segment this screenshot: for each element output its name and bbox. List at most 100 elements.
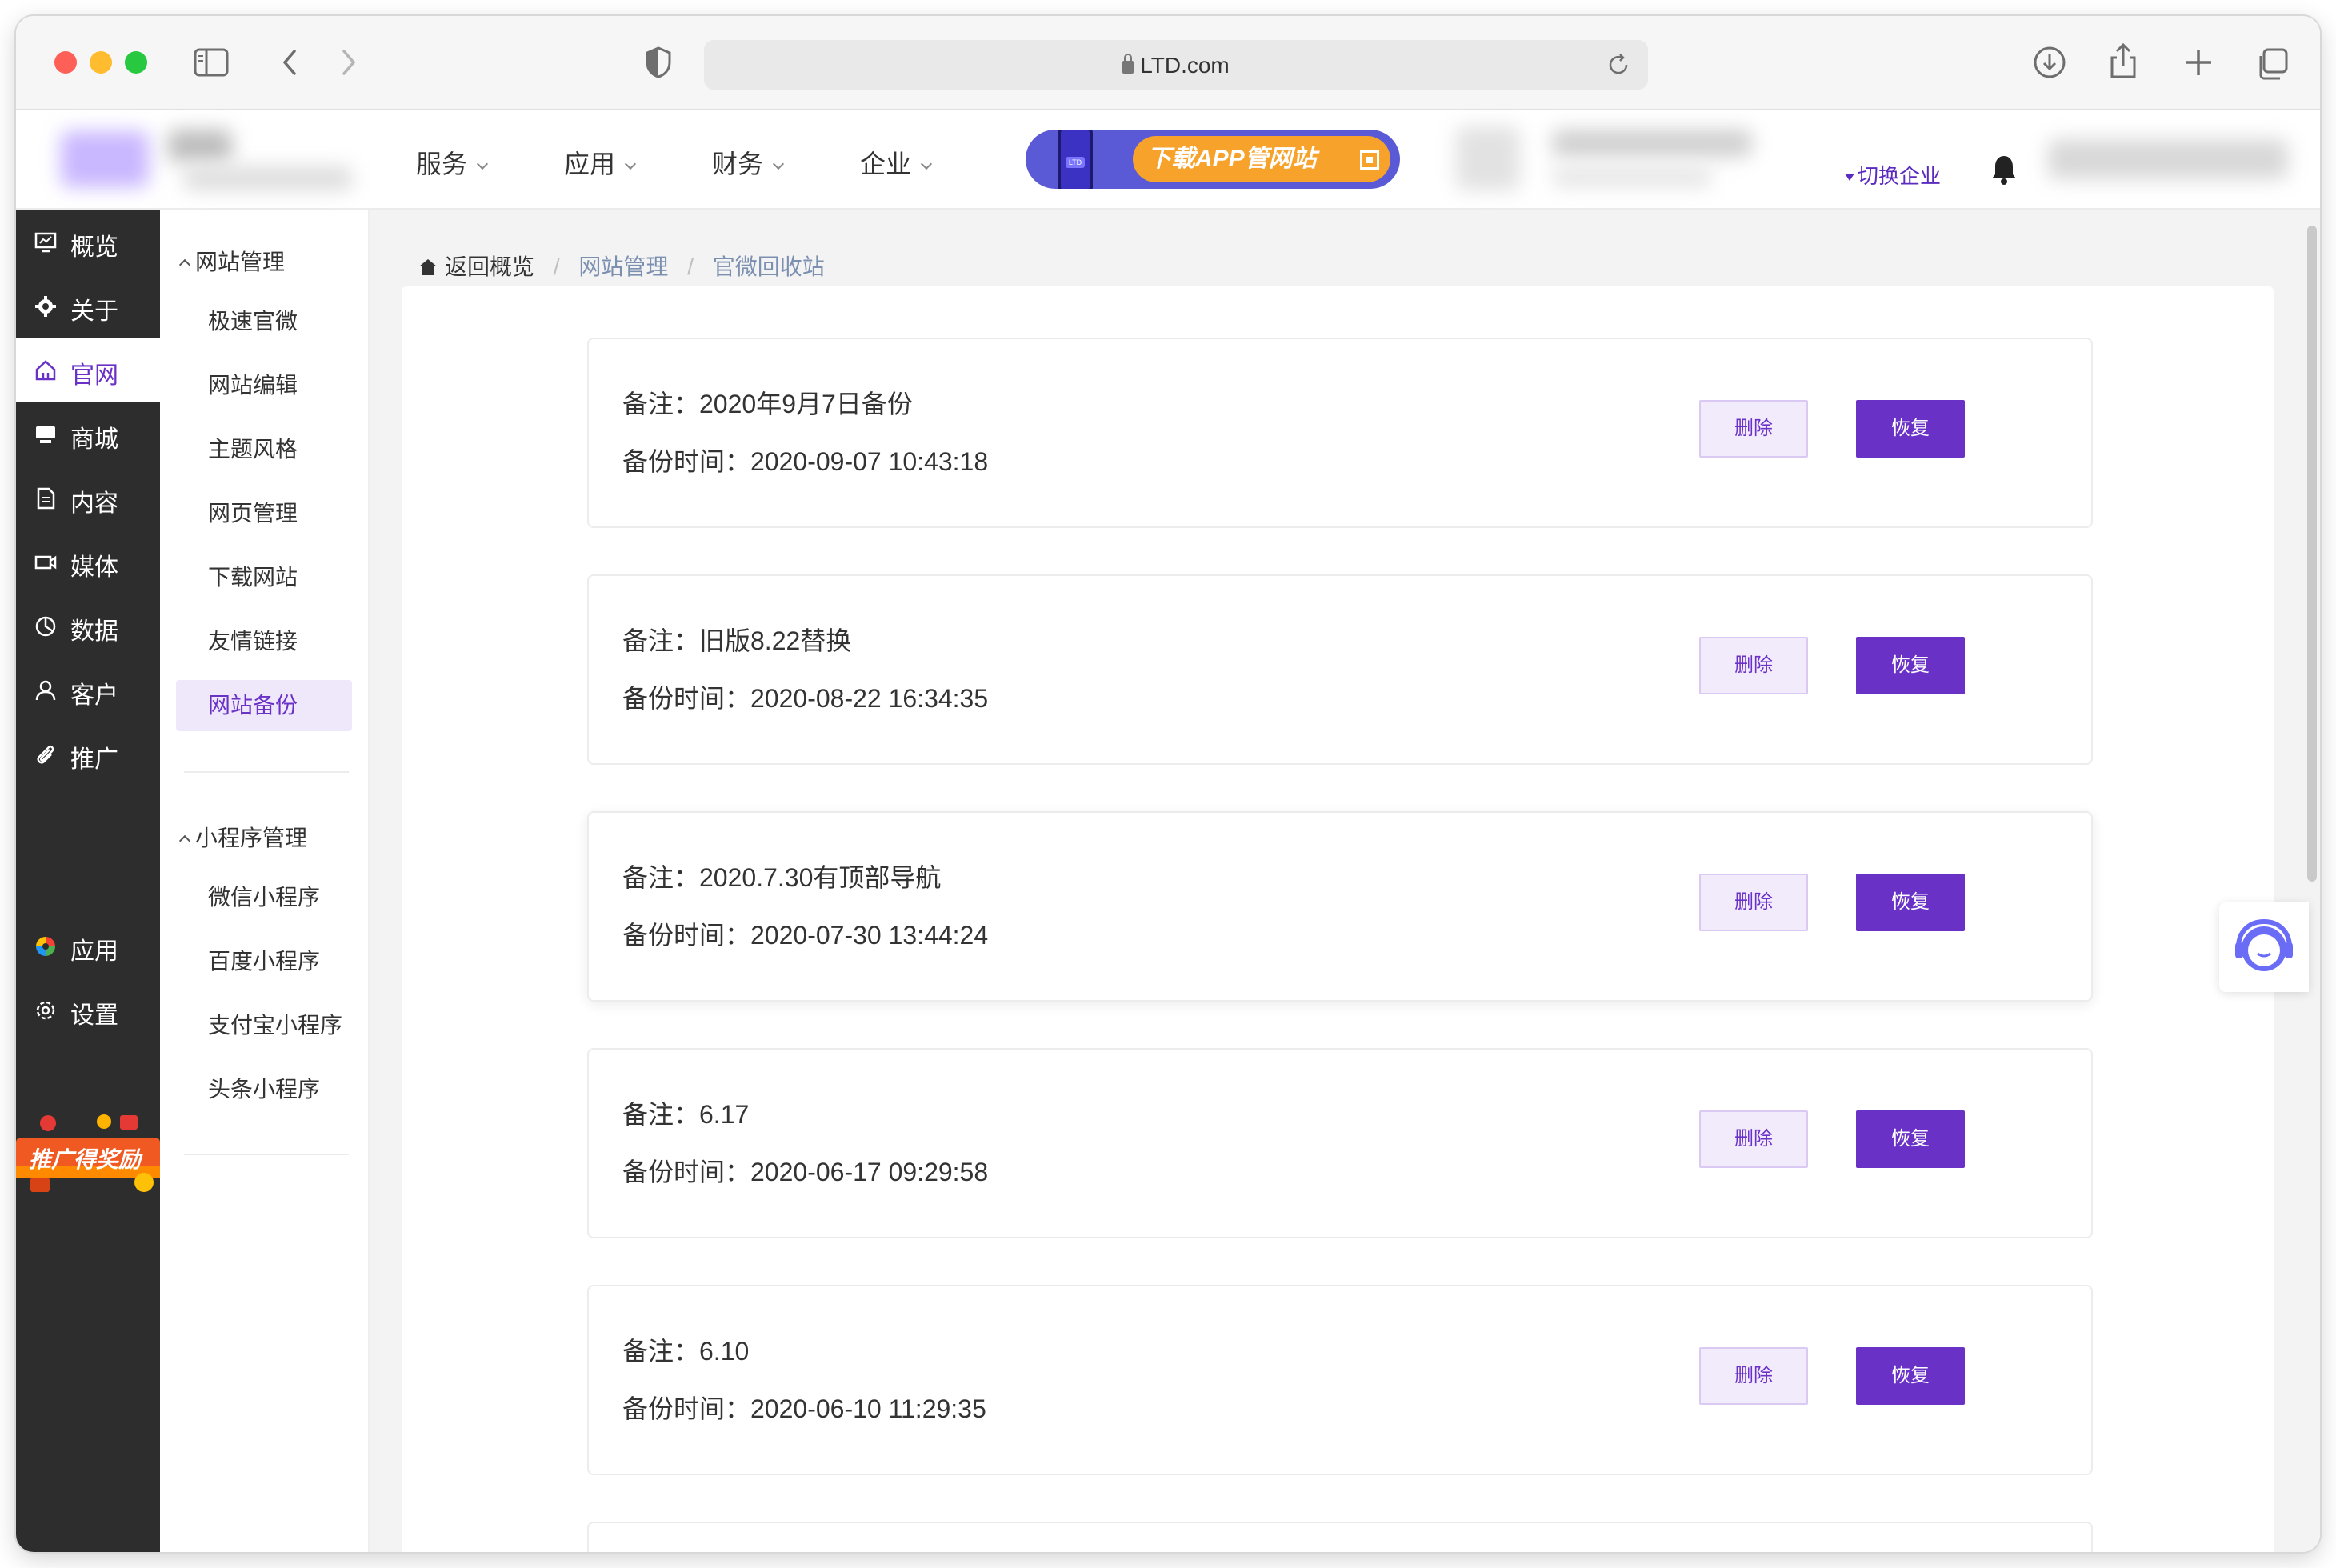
tabs-overview-icon[interactable] xyxy=(2254,46,2290,82)
submenu-item-active[interactable]: 网站备份 xyxy=(176,680,352,731)
maximize-window-button[interactable] xyxy=(125,51,147,74)
caret-down-icon xyxy=(1845,174,1854,181)
group-website-management[interactable]: 网站管理 xyxy=(178,245,285,277)
download-icon[interactable] xyxy=(2032,45,2067,80)
backup-card: 备注：6.10 备份时间：2020-06-10 11:29:35 删除 恢复 xyxy=(587,1285,2093,1475)
breadcrumb-home[interactable]: 返回概览 xyxy=(418,254,541,279)
url-text: LTD.com xyxy=(1140,53,1230,78)
shop-icon xyxy=(36,426,55,443)
backup-note: 备注：2020年9月7日备份 xyxy=(622,390,913,418)
reward-label: 推广得奖励 xyxy=(29,1147,142,1172)
download-app-banner[interactable]: 下载APP管网站 xyxy=(1026,130,1400,189)
reload-icon[interactable] xyxy=(1606,53,1630,77)
main-content: 返回概览 / 网站管理 / 官微回收站 备注：2020年9月7日备份 备份时间：… xyxy=(370,210,2320,1552)
restore-button[interactable]: 恢复 xyxy=(1856,400,1965,458)
minimize-window-button[interactable] xyxy=(90,51,112,74)
restore-button[interactable]: 恢复 xyxy=(1856,637,1965,694)
home-icon xyxy=(35,360,56,381)
apps-icon xyxy=(36,937,55,956)
sidebar-item-apps[interactable]: 应用 xyxy=(16,914,160,978)
user-account-blurred[interactable] xyxy=(2048,139,2288,179)
backup-note: 备注：旧版8.22替换 xyxy=(622,626,852,655)
user-icon xyxy=(35,680,56,701)
phone-icon xyxy=(1058,130,1093,189)
breadcrumb-website-management[interactable]: 网站管理 xyxy=(578,254,668,279)
switch-enterprise-link[interactable]: 切换企业 xyxy=(1845,160,1941,190)
backup-note: 备注：6.10 xyxy=(622,1337,750,1366)
menu-finance[interactable]: 财务 xyxy=(712,144,785,181)
breadcrumb-separator: / xyxy=(687,254,694,279)
document-icon xyxy=(37,487,55,510)
enterprise-avatar-blurred xyxy=(1456,126,1520,190)
restore-button[interactable]: 恢复 xyxy=(1856,1110,1965,1168)
sidebar-item-content[interactable]: 内容 xyxy=(16,466,160,530)
new-tab-icon[interactable] xyxy=(2182,46,2214,78)
lock-icon xyxy=(1122,54,1134,74)
delete-button[interactable]: 删除 xyxy=(1699,1347,1808,1405)
sidebar-item-overview[interactable]: 概览 xyxy=(16,210,160,274)
restore-button[interactable]: 恢复 xyxy=(1856,1347,1965,1405)
pie-chart-icon xyxy=(35,616,56,637)
back-icon[interactable] xyxy=(280,48,299,77)
backup-time: 备份时间：2020-06-10 11:29:35 xyxy=(622,1394,986,1423)
close-window-button[interactable] xyxy=(54,51,77,74)
breadcrumb-current: 官微回收站 xyxy=(712,254,825,279)
sidebar-item-media[interactable]: 媒体 xyxy=(16,530,160,594)
enterprise-detail-blurred xyxy=(1552,166,1712,187)
submenu-item[interactable]: 微信小程序 xyxy=(176,872,352,923)
sidebar-item-promotion[interactable]: 推广 xyxy=(16,722,160,786)
delete-button[interactable]: 删除 xyxy=(1699,874,1808,931)
paperclip-icon xyxy=(37,745,54,764)
divider xyxy=(184,1154,349,1155)
backup-time: 备份时间：2020-09-07 10:43:18 xyxy=(622,447,989,476)
sidebar-item-shop[interactable]: 商城 xyxy=(16,402,160,466)
share-icon[interactable] xyxy=(2107,42,2139,80)
sidebar-toggle-icon[interactable] xyxy=(194,48,229,77)
browser-window: LTD.com 服务 应用 财务 企业 下载APP管网站 xyxy=(16,16,2320,1552)
backup-time: 备份时间：2020-07-30 13:44:24 xyxy=(622,921,989,950)
promotion-reward-banner[interactable]: 推广得奖励 xyxy=(16,1109,160,1195)
backup-card-partial xyxy=(587,1522,2093,1552)
primary-sidebar: 概览 关于 官网 商城 内容 媒体 数据 客户 推广 应用 设置 推广得奖励 xyxy=(16,210,160,1552)
logo[interactable] xyxy=(61,131,149,187)
gear-icon xyxy=(35,296,56,317)
qr-code-icon xyxy=(1360,150,1379,170)
restore-button[interactable]: 恢复 xyxy=(1856,874,1965,931)
forward-icon[interactable] xyxy=(339,48,358,77)
company-subtitle-blurred xyxy=(184,166,352,190)
address-bar[interactable]: LTD.com xyxy=(704,40,1648,90)
download-app-label: 下载APP管网站 xyxy=(1147,146,1317,172)
menu-apps[interactable]: 应用 xyxy=(564,144,637,181)
bell-icon[interactable] xyxy=(1990,154,2018,190)
chevron-up-icon xyxy=(178,258,191,271)
delete-button[interactable]: 删除 xyxy=(1699,1110,1808,1168)
sidebar-item-settings[interactable]: 设置 xyxy=(16,978,160,1042)
customer-support-button[interactable] xyxy=(2219,902,2309,992)
group-miniprogram-management[interactable]: 小程序管理 xyxy=(178,821,307,853)
backup-list-panel: 备注：2020年9月7日备份 备份时间：2020-09-07 10:43:18 … xyxy=(402,286,2274,1552)
submenu-item[interactable]: 极速官微 xyxy=(176,296,352,347)
sidebar-item-about[interactable]: 关于 xyxy=(16,274,160,338)
menu-enterprise[interactable]: 企业 xyxy=(860,144,933,181)
delete-button[interactable]: 删除 xyxy=(1699,637,1808,694)
submenu-item[interactable]: 百度小程序 xyxy=(176,936,352,987)
sidebar-item-website[interactable]: 官网 xyxy=(16,338,160,402)
submenu-item[interactable]: 头条小程序 xyxy=(176,1064,352,1115)
overview-icon xyxy=(34,232,57,253)
sidebar-item-customers[interactable]: 客户 xyxy=(16,658,160,722)
backup-note: 备注：2020.7.30有顶部导航 xyxy=(622,863,942,892)
privacy-shield-icon[interactable] xyxy=(645,46,672,78)
breadcrumb-separator: / xyxy=(553,254,560,279)
submenu-item[interactable]: 主题风格 xyxy=(176,424,352,475)
submenu-item[interactable]: 支付宝小程序 xyxy=(176,1000,352,1051)
submenu-item[interactable]: 网站编辑 xyxy=(176,360,352,411)
menu-services[interactable]: 服务 xyxy=(416,144,489,181)
delete-button[interactable]: 删除 xyxy=(1699,400,1808,458)
submenu-item[interactable]: 下载网站 xyxy=(176,552,352,603)
backup-time: 备份时间：2020-06-17 09:29:58 xyxy=(622,1158,989,1186)
page-scrollbar[interactable] xyxy=(2307,226,2317,882)
submenu-item[interactable]: 友情链接 xyxy=(176,616,352,667)
submenu-item[interactable]: 网页管理 xyxy=(176,488,352,539)
sidebar-item-data[interactable]: 数据 xyxy=(16,594,160,658)
divider xyxy=(184,771,349,773)
